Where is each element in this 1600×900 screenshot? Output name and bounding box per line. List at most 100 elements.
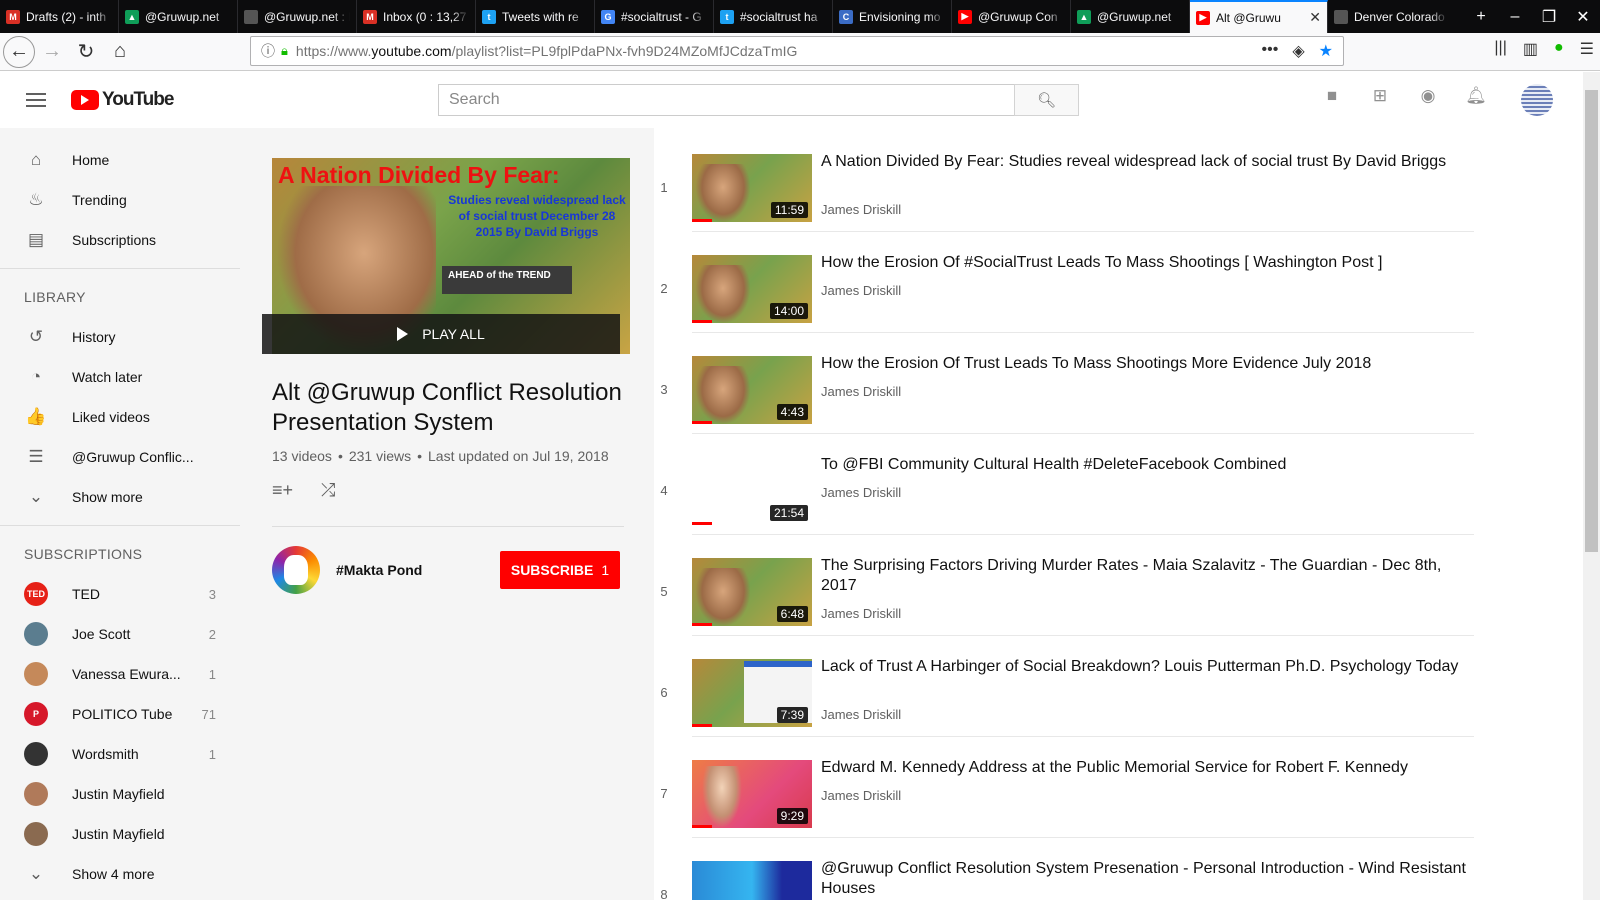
video-title[interactable]: A Nation Divided By Fear: Studies reveal… bbox=[821, 152, 1471, 172]
playlist-video-row[interactable]: 5 6:48 The Surprising Factors Driving Murd… bbox=[654, 532, 1474, 636]
video-title[interactable]: Edward M. Kennedy Address at the Public … bbox=[821, 758, 1471, 778]
subscription-item[interactable]: P POLITICO Tube 71 bbox=[0, 694, 240, 734]
notifications-bell-icon[interactable]: 🔔︎ bbox=[1465, 86, 1487, 106]
video-author[interactable]: James Driskill bbox=[821, 283, 901, 298]
home-button[interactable]: ⌂ bbox=[103, 35, 137, 69]
play-all-button[interactable]: PLAY ALL bbox=[262, 314, 620, 354]
subscription-item[interactable]: Justin Mayfield bbox=[0, 814, 240, 854]
video-thumbnail[interactable]: 14:00 bbox=[692, 255, 812, 323]
sidebar-item[interactable]: ◔ Watch later bbox=[0, 357, 240, 397]
video-author[interactable]: James Driskill bbox=[821, 788, 901, 803]
sidebar-item[interactable]: ☰ @Gruwup Conflic... bbox=[0, 437, 240, 477]
playlist-video-row[interactable]: 8 @Gruwup Conflict Resolution System Pres… bbox=[654, 835, 1474, 900]
browser-tab[interactable]: t Tweets with re bbox=[476, 0, 595, 33]
sidebar-item[interactable]: ♨ Trending bbox=[0, 180, 240, 220]
video-author[interactable]: James Driskill bbox=[821, 202, 901, 217]
new-tab-button[interactable]: + bbox=[1464, 0, 1498, 33]
search-input[interactable]: Search bbox=[438, 84, 1014, 116]
minimize-button[interactable]: – bbox=[1498, 0, 1532, 33]
video-thumbnail[interactable]: 21:54 bbox=[692, 457, 812, 525]
playlist-video-row[interactable]: 2 14:00 How the Erosion Of #SocialTrust Le… bbox=[654, 229, 1474, 333]
video-thumbnail[interactable]: 4:43 bbox=[692, 356, 812, 424]
video-thumbnail[interactable]: 6:48 bbox=[692, 558, 812, 626]
channel-avatar: TED bbox=[24, 582, 48, 606]
close-window-button[interactable]: ✕ bbox=[1566, 0, 1600, 33]
browser-tab[interactable]: @Gruwup.net : Pea bbox=[238, 0, 357, 33]
shuffle-icon[interactable]: ⤮ bbox=[321, 480, 335, 501]
search-button[interactable]: 🔍︎ bbox=[1014, 84, 1079, 116]
video-thumbnail[interactable] bbox=[692, 861, 812, 900]
browser-tab[interactable]: ▲ @Gruwup.net bbox=[1071, 0, 1190, 33]
chevron-down-icon: ⌄ bbox=[28, 864, 44, 883]
video-title[interactable]: How the Erosion Of #SocialTrust Leads To… bbox=[821, 253, 1471, 273]
owner-name[interactable]: #Makta Pond bbox=[336, 562, 422, 578]
bookmark-star-icon[interactable]: ★ bbox=[1319, 41, 1333, 61]
sidebar-item[interactable]: ↺ History bbox=[0, 317, 240, 357]
video-thumbnail[interactable]: 11:59 bbox=[692, 154, 812, 222]
sidebar-item[interactable]: ⌄ Show more bbox=[0, 477, 240, 517]
video-title[interactable]: To @FBI Community Cultural Health #Delet… bbox=[821, 455, 1471, 475]
subscribe-button[interactable]: SUBSCRIBE 1 bbox=[500, 551, 620, 589]
playlist-video-row[interactable]: 7 9:29 Edward M. Kennedy Address at the Pu… bbox=[654, 734, 1474, 838]
browser-tab[interactable]: M Drafts (2) - inth bbox=[0, 0, 119, 33]
owner-avatar[interactable] bbox=[272, 546, 320, 594]
library-icon[interactable]: ||| bbox=[1494, 39, 1506, 59]
playlist-video-row[interactable]: 6 7:39 Lack of Trust A Harbinger of Social… bbox=[654, 633, 1474, 737]
sidebar-item[interactable]: ▤ Subscriptions bbox=[0, 220, 240, 260]
account-avatar[interactable] bbox=[1521, 84, 1553, 116]
browser-tab[interactable]: ▶ Alt @Gruwu ✕ bbox=[1190, 0, 1328, 33]
browser-tab[interactable]: M Inbox (0 : 13,27 bbox=[357, 0, 476, 33]
subscription-item[interactable]: Wordsmith 1 bbox=[0, 734, 240, 774]
subscription-item[interactable]: Justin Mayfield bbox=[0, 774, 240, 814]
show-more-subscriptions[interactable]: ⌄ Show 4 more bbox=[0, 854, 240, 894]
sidebar-item[interactable]: 👍 Liked videos bbox=[0, 397, 240, 437]
youtube-logo[interactable]: YouTube bbox=[71, 89, 174, 111]
page-scrollbar[interactable] bbox=[1583, 72, 1600, 900]
pocket-icon[interactable]: ◈ bbox=[1292, 41, 1304, 61]
forward-button[interactable]: → bbox=[35, 35, 69, 69]
extension-icon[interactable]: ● bbox=[1554, 39, 1564, 59]
video-thumbnail[interactable]: 9:29 bbox=[692, 760, 812, 828]
apps-grid-icon[interactable]: ⊞ bbox=[1370, 86, 1390, 106]
video-title[interactable]: How the Erosion Of Trust Leads To Mass S… bbox=[821, 354, 1471, 374]
browser-tab[interactable]: t #socialtrust ha bbox=[714, 0, 833, 33]
guide-menu-icon[interactable] bbox=[26, 93, 46, 107]
info-icon[interactable]: ⓘ bbox=[261, 41, 275, 61]
browser-tab[interactable]: Denver Colorado A bbox=[1328, 0, 1454, 33]
video-author[interactable]: James Driskill bbox=[821, 485, 901, 500]
video-author[interactable]: James Driskill bbox=[821, 384, 901, 399]
playlist-video-row[interactable]: 1 11:59 A Nation Divided By Fear: Studies … bbox=[654, 128, 1474, 232]
messages-icon[interactable]: ◉ bbox=[1418, 86, 1438, 106]
video-title[interactable]: The Surprising Factors Driving Murder Ra… bbox=[821, 556, 1471, 596]
page-actions-icon[interactable]: ••• bbox=[1262, 41, 1279, 61]
subscription-item[interactable]: Vanessa Ewura... 1 bbox=[0, 654, 240, 694]
sidebar-toggle-icon[interactable]: ▥ bbox=[1523, 39, 1538, 59]
playlist-video-row[interactable]: 4 21:54 To @FBI Community Cultural Health … bbox=[654, 431, 1474, 535]
menu-icon[interactable]: ☰ bbox=[1580, 39, 1594, 59]
browser-tab[interactable]: C Envisioning mo bbox=[833, 0, 952, 33]
video-title[interactable]: @Gruwup Conflict Resolution System Prese… bbox=[821, 859, 1471, 899]
scrollbar-thumb[interactable] bbox=[1585, 90, 1598, 552]
reload-button[interactable]: ↻ bbox=[69, 35, 103, 69]
browser-tab[interactable]: ▲ @Gruwup.net bbox=[119, 0, 238, 33]
video-title[interactable]: Lack of Trust A Harbinger of Social Brea… bbox=[821, 657, 1471, 677]
add-to-playlist-icon[interactable]: ≡+ bbox=[272, 480, 293, 501]
back-button[interactable]: ← bbox=[3, 35, 35, 68]
video-author[interactable]: James Driskill bbox=[821, 707, 901, 722]
sidebar-item[interactable]: ⌂ Home bbox=[0, 140, 240, 180]
restore-button[interactable]: ❐ bbox=[1532, 0, 1566, 33]
browser-tab[interactable]: ▶ @Gruwup Con bbox=[952, 0, 1071, 33]
video-thumbnail[interactable]: 7:39 bbox=[692, 659, 812, 727]
playlist-video-row[interactable]: 3 4:43 How the Erosion Of Trust Leads To M… bbox=[654, 330, 1474, 434]
subscription-item[interactable]: Joe Scott 2 bbox=[0, 614, 240, 654]
lock-icon: 🔒︎ bbox=[281, 43, 288, 58]
browser-tab[interactable]: G #socialtrust - G bbox=[595, 0, 714, 33]
close-tab-icon[interactable]: ✕ bbox=[1309, 9, 1321, 26]
create-video-icon[interactable]: ■ bbox=[1322, 86, 1342, 106]
url-bar[interactable]: ⓘ 🔒︎ https://www. youtube.com/playlist?li… bbox=[250, 36, 1344, 66]
sidebar-divider bbox=[0, 525, 240, 526]
video-author[interactable]: James Driskill bbox=[821, 606, 901, 621]
last-updated: Last updated on Jul 19, 2018 bbox=[428, 448, 609, 464]
subscription-item[interactable]: TED TED 3 bbox=[0, 574, 240, 614]
playlist-stats: 13 videos • 231 views • Last updated on Ju… bbox=[272, 448, 609, 464]
